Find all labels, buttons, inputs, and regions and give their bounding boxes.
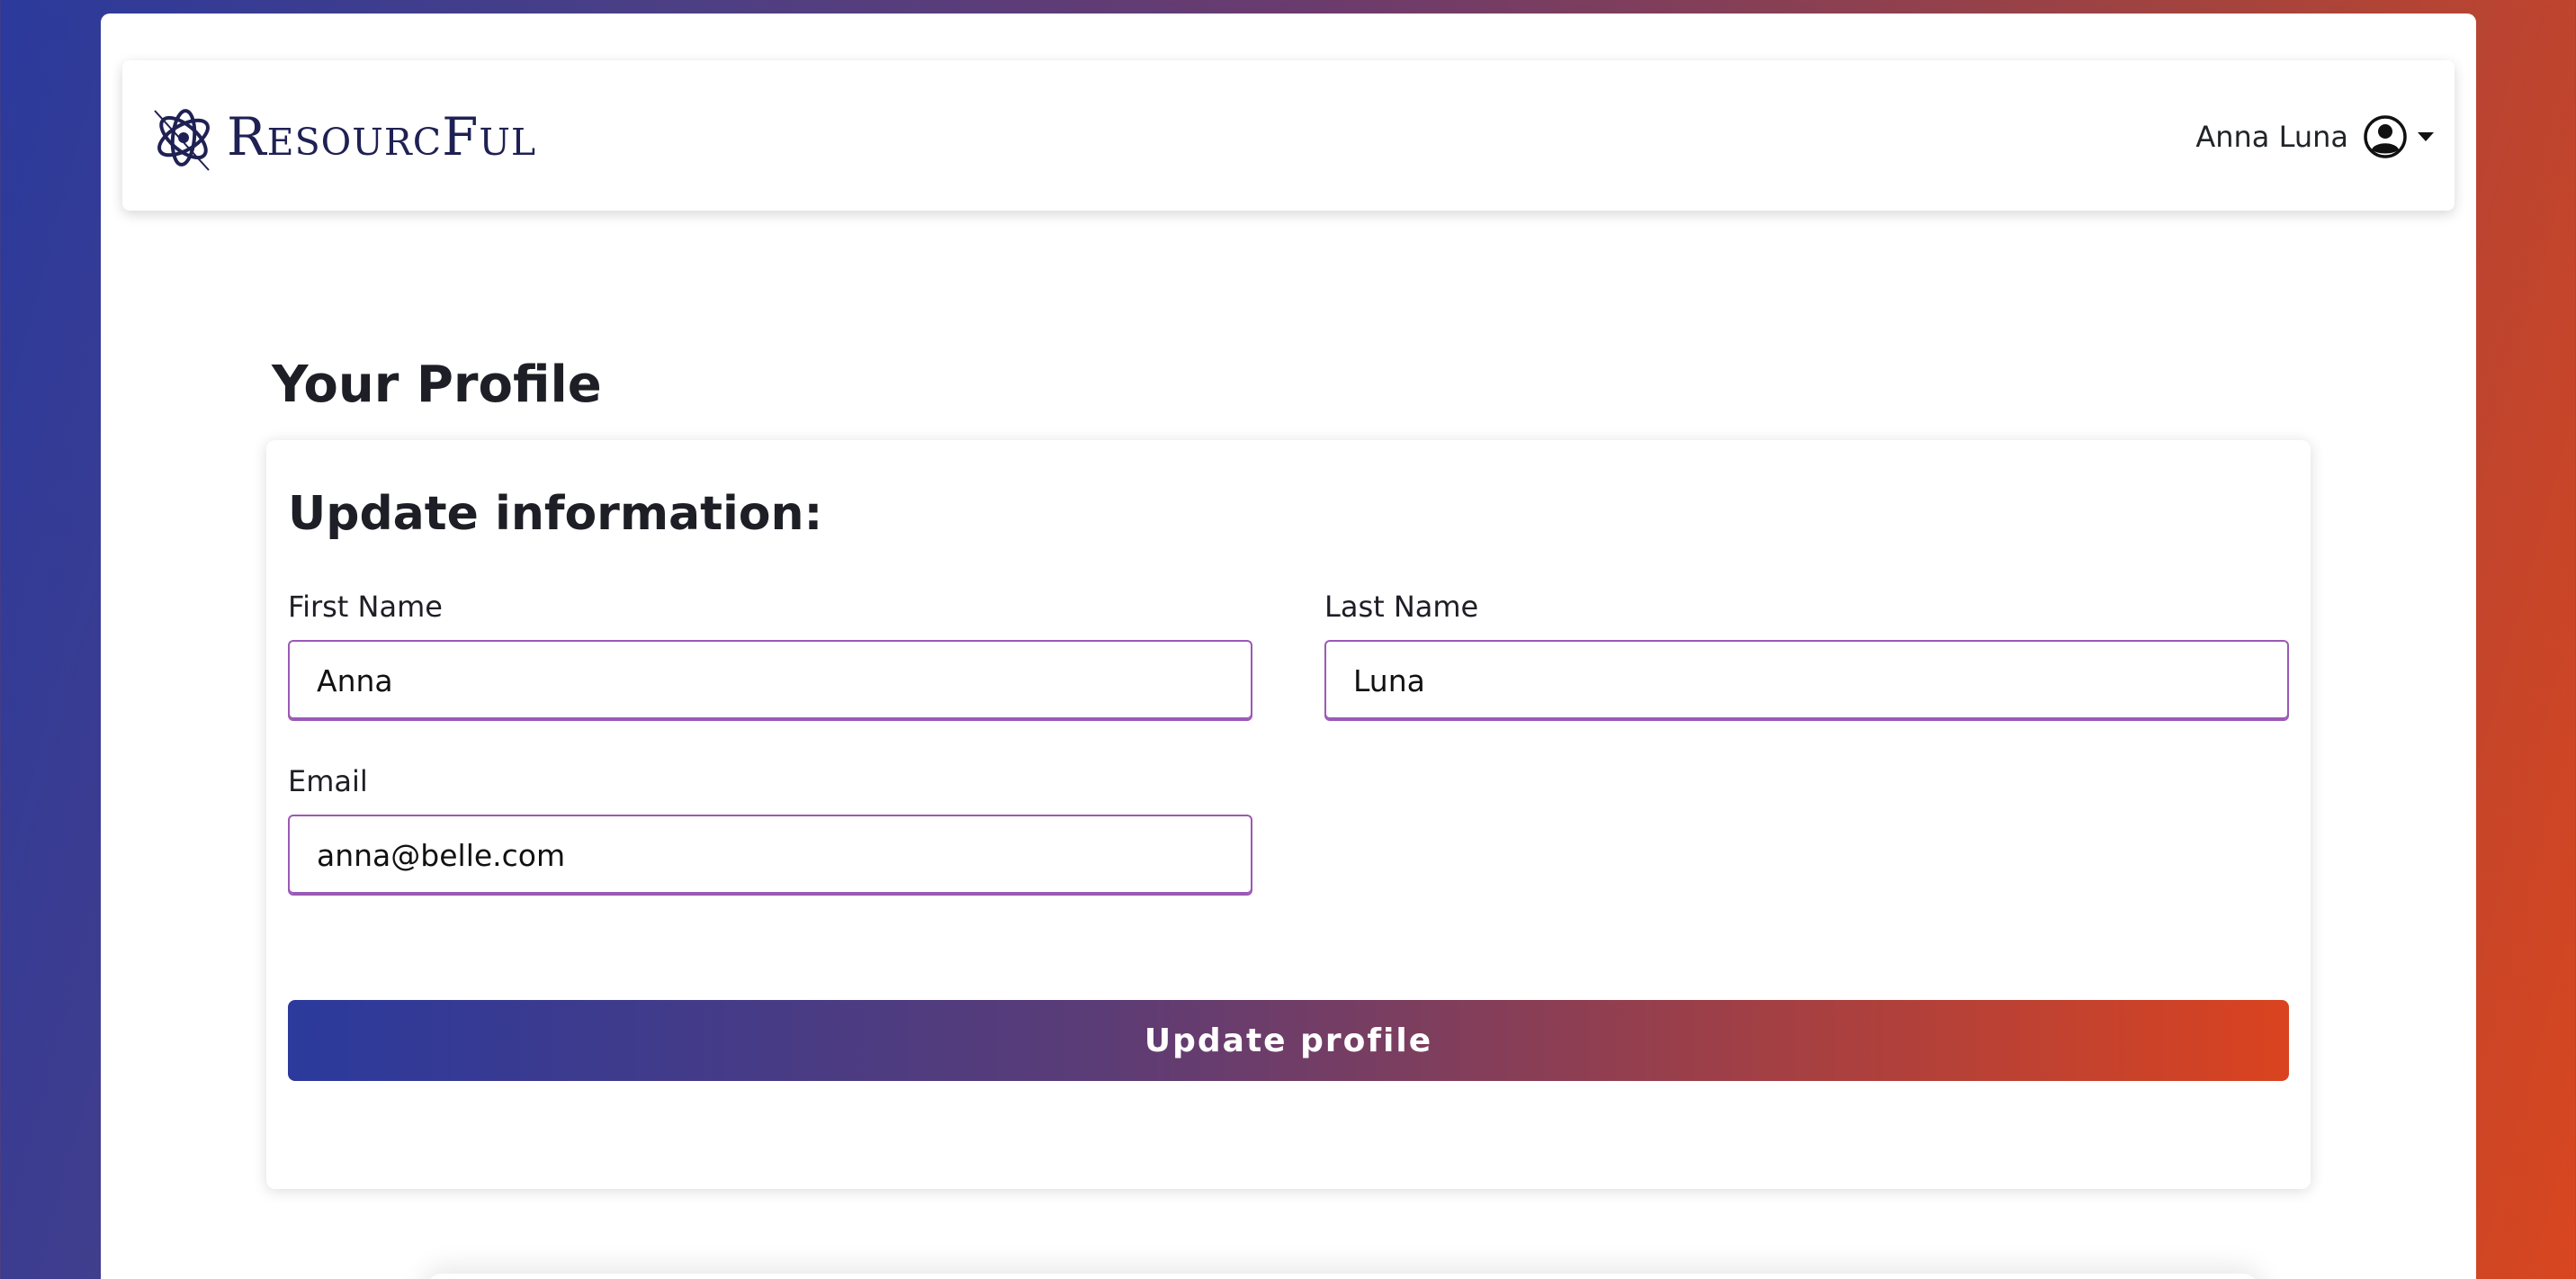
user-menu[interactable]: Anna Luna — [2195, 105, 2435, 168]
user-circle-icon — [2364, 115, 2407, 158]
update-profile-button[interactable]: Update profile — [288, 1000, 2289, 1081]
email-input[interactable] — [288, 815, 1252, 896]
first-name-input[interactable] — [288, 640, 1252, 721]
page-title: Your Profile — [272, 356, 602, 414]
navbar: ResourcFul Anna Luna — [122, 60, 2455, 211]
caret-down-icon — [2418, 132, 2434, 141]
atom-orbit-logo-icon — [154, 109, 210, 171]
first-name-label: First Name — [288, 590, 443, 624]
form-heading: Update information: — [288, 487, 823, 541]
email-label: Email — [288, 764, 368, 798]
brand-name: ResourcFul — [227, 106, 537, 167]
last-name-input[interactable] — [1324, 640, 2289, 721]
brand[interactable]: ResourcFul — [146, 96, 536, 177]
user-name: Anna Luna — [2195, 120, 2348, 154]
next-section-card — [425, 1274, 2260, 1279]
page-panel: ResourcFul Anna Luna Your Profile Update… — [101, 14, 2476, 1279]
profile-card: Update information: First Name Last Name… — [266, 440, 2311, 1189]
last-name-label: Last Name — [1324, 590, 1479, 624]
